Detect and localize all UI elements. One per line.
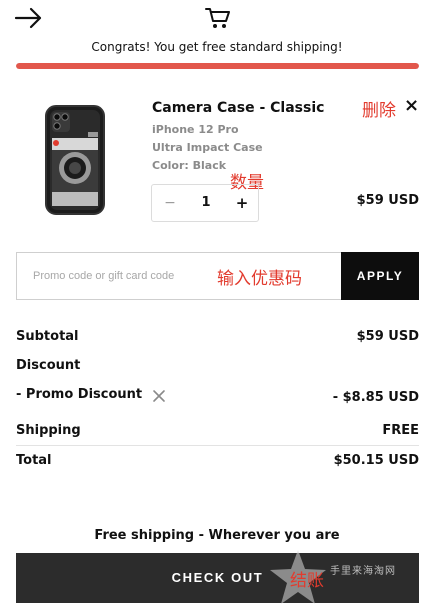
shipping-progress-bar <box>16 63 419 69</box>
promo-discount-label: - Promo Discount <box>16 387 143 402</box>
subtotal-label: Subtotal <box>16 329 79 344</box>
checkout-annotation: 结账 <box>290 571 324 591</box>
increase-quantity-button[interactable]: + <box>224 185 260 221</box>
product-model: iPhone 12 Pro <box>152 123 239 136</box>
product-price: $59 USD <box>356 193 419 208</box>
delete-annotation: 删除 <box>362 101 396 121</box>
arrow-right-icon[interactable] <box>14 6 44 30</box>
free-shipping-congrats: Congrats! You get free standard shipping… <box>91 40 343 54</box>
product-case-type: Ultra Impact Case <box>152 141 263 154</box>
subtotal-value: $59 USD <box>356 329 419 344</box>
quantity-stepper: − 1 + <box>151 184 259 222</box>
promo-discount-value: - $8.85 USD <box>332 390 419 405</box>
free-shipping-note: Free shipping - Wherever you are <box>94 528 340 543</box>
remove-promo-icon[interactable] <box>152 389 166 403</box>
product-color: Color: Black <box>152 159 227 172</box>
watermark-text: 手里来海淘网 <box>330 566 396 577</box>
summary-divider <box>16 445 419 446</box>
quantity-value[interactable]: 1 <box>188 185 224 221</box>
product-title[interactable]: Camera Case - Classic <box>152 100 324 116</box>
decrease-quantity-button[interactable]: − <box>152 185 188 221</box>
total-value: $50.15 USD <box>333 453 419 468</box>
shipping-value: FREE <box>382 423 419 438</box>
total-label: Total <box>16 453 52 468</box>
shipping-label: Shipping <box>16 423 81 438</box>
checkout-label: CHECK OUT <box>171 570 264 585</box>
shipping-progress-fill <box>16 63 419 69</box>
remove-item-button[interactable]: × <box>404 96 419 116</box>
discount-label: Discount <box>16 358 81 373</box>
apply-promo-button[interactable]: APPLY <box>341 252 419 300</box>
promo-code-input[interactable] <box>16 252 342 300</box>
product-image[interactable] <box>44 104 106 216</box>
cart-icon[interactable] <box>204 6 232 30</box>
checkout-button[interactable]: CHECK OUT <box>16 553 419 603</box>
